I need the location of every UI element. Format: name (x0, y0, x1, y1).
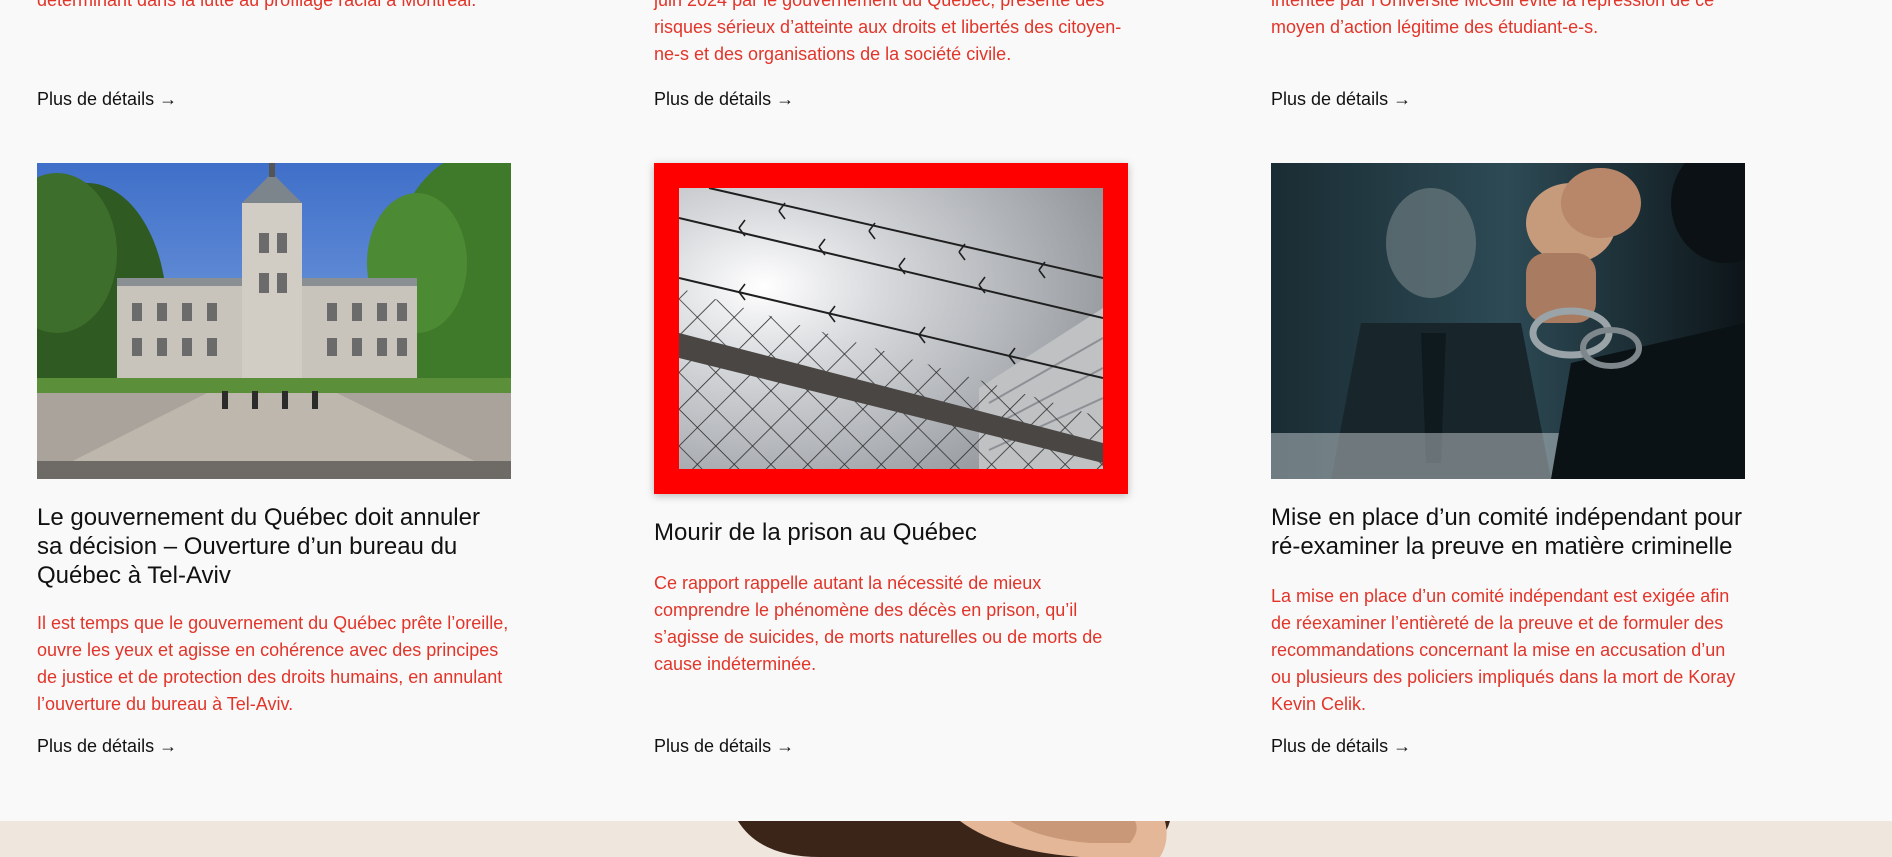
details-link[interactable]: Plus de détails → (1271, 88, 1411, 110)
handcuffs-image (1271, 163, 1745, 479)
barbed-wire-image (679, 188, 1103, 469)
details-link[interactable]: Plus de détails → (654, 88, 794, 110)
card-excerpt: La mise en place d’un comité indépendant… (1271, 586, 1736, 714)
card-excerpt: Il est temps que le gouvernement du Québ… (37, 613, 509, 714)
joined-hands-image (738, 821, 1170, 857)
card-excerpt: intentée par l’Université McGill évite l… (1271, 0, 1715, 37)
card-title[interactable]: Mourir de la prison au Québec (654, 518, 1128, 547)
details-link[interactable]: Plus de détails → (1271, 735, 1411, 757)
parliament-image (37, 163, 511, 479)
card-excerpt: Ce rapport rappelle autant la nécessité … (654, 573, 1103, 674)
details-link[interactable]: Plus de détails → (37, 735, 177, 757)
card-excerpt: juin 2024 par le gouvernement du Québec,… (654, 0, 1122, 64)
hero-band (0, 821, 1892, 857)
details-link[interactable]: Plus de détails → (654, 735, 794, 757)
card-excerpt: déterminant dans la lutte au profilage r… (37, 0, 477, 10)
card-image-prison[interactable] (654, 163, 1128, 494)
card-image-handcuffs[interactable] (1271, 163, 1745, 479)
card-title[interactable]: Le gouvernement du Québec doit annuler s… (37, 503, 511, 590)
card-image-parliament[interactable] (37, 163, 511, 479)
card-title[interactable]: Mise en place d’un comité indépendant po… (1271, 503, 1745, 561)
details-link[interactable]: Plus de détails → (37, 88, 177, 110)
